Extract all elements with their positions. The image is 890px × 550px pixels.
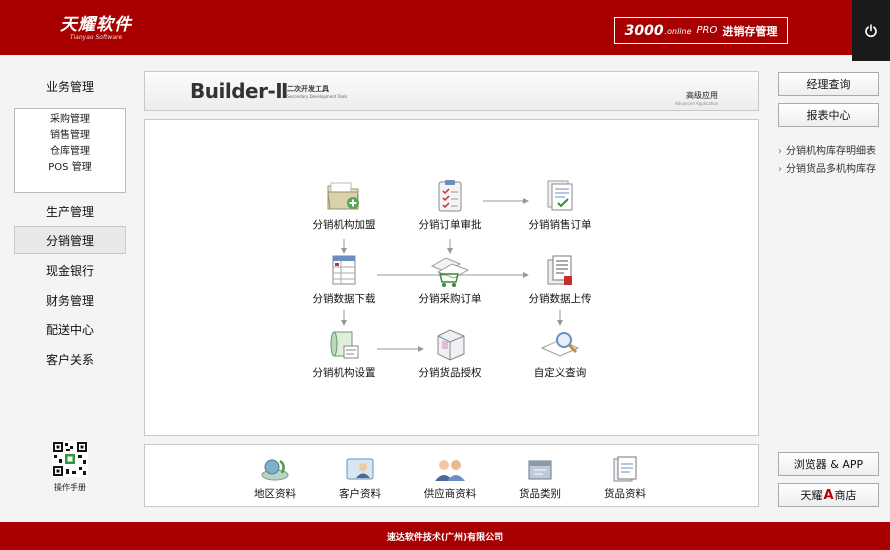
manual-label: 操作手册	[54, 483, 86, 492]
supplier-icon	[435, 460, 465, 481]
company-name: 速达软件技术(广州)有限公司	[386, 532, 504, 543]
power-button[interactable]	[852, 0, 890, 61]
flow-label-join: 分销机构加盟	[312, 219, 376, 231]
bottom-label-customer: 客户资料	[339, 488, 381, 500]
product-online: .online	[664, 27, 692, 36]
nav-delivery-center[interactable]: 配送中心	[14, 315, 126, 343]
power-icon	[865, 23, 877, 37]
flow-label-review: 分销订单审批	[418, 219, 482, 231]
advanced-app-en: Advanced Application	[675, 101, 719, 106]
flow-node-upload[interactable]: 分销数据上传	[510, 254, 610, 306]
table-download-icon	[332, 255, 356, 285]
nav-customer-relations[interactable]: 客户关系	[14, 345, 126, 373]
logo-sub-text: Tianyao Software	[69, 34, 123, 41]
chevron-right-icon: ›	[778, 164, 782, 175]
product-box-icon	[437, 329, 465, 361]
app-store-button[interactable]: 天耀 A 商店	[778, 483, 879, 507]
store-label-pre: 天耀	[800, 489, 823, 502]
nav-finance[interactable]: 财务管理	[14, 286, 126, 314]
qr-code-icon[interactable]	[52, 441, 88, 477]
store-label-post: 商店	[834, 489, 857, 502]
flow-label-purchase: 分销采购订单	[418, 293, 482, 305]
product-name: 进销存管理	[722, 24, 778, 38]
business-submenu: 采购管理 销售管理 仓库管理 POS 管理	[14, 108, 126, 193]
flow-label-sales-order: 分销销售订单	[528, 219, 592, 231]
product-data-icon	[613, 456, 637, 482]
banner-title: Builder-Ⅱ	[190, 79, 288, 103]
cart-documents-icon	[430, 257, 470, 287]
folder-plus-icon	[327, 182, 359, 210]
bottom-label-product-data: 货品资料	[604, 488, 646, 500]
distribution-flow-panel: 分销机构加盟 分销订单审批 分销销售订单 分销数据下载 分销采购订单 分销数据上…	[144, 119, 759, 436]
nav-production[interactable]: 生产管理	[14, 197, 126, 225]
report-link-multi-inventory[interactable]: › 分销货品多机构库存	[778, 160, 876, 175]
product-title-box: 3000 .online PRO 进销存管理	[614, 17, 788, 44]
banner-subtitle-en: Secondary Development Tools	[287, 94, 348, 99]
flow-node-query[interactable]: 自定义查询	[510, 328, 610, 380]
company-logo: 天耀软件 Tianyao Software	[60, 10, 132, 41]
scroll-settings-icon	[330, 331, 359, 359]
flow-node-join[interactable]: 分销机构加盟	[294, 178, 394, 232]
report-center-button[interactable]: 报表中心	[778, 103, 879, 127]
product-edition: PRO	[696, 25, 718, 36]
store-a-logo-icon: A	[823, 487, 834, 503]
manager-query-button[interactable]: 经理查询	[778, 72, 879, 96]
nav-business-management[interactable]: 业务管理	[14, 72, 126, 100]
flow-label-auth: 分销货品授权	[418, 367, 482, 379]
flow-node-sales-order[interactable]: 分销销售订单	[510, 178, 610, 232]
nav-cash-bank[interactable]: 现金银行	[14, 256, 126, 284]
master-data-panel: 地区资料 客户资料 供应商资料 货品类别 货品资料	[144, 444, 759, 507]
flow-node-download[interactable]: 分销数据下载	[294, 254, 394, 306]
flow-node-settings[interactable]: 分销机构设置	[294, 328, 394, 380]
logo-main-text: 天耀软件	[60, 15, 132, 35]
submenu-purchase[interactable]: 采购管理	[15, 112, 125, 128]
chevron-right-icon: ›	[778, 146, 782, 157]
flow-label-upload: 分销数据上传	[528, 293, 592, 305]
flow-node-review[interactable]: 分销订单审批	[400, 178, 500, 232]
product-category-icon	[528, 460, 552, 480]
bottom-label-supplier: 供应商资料	[423, 488, 477, 500]
customer-icon	[346, 458, 374, 480]
report-link-label: 分销货品多机构库存	[786, 164, 876, 175]
region-icon	[261, 459, 289, 481]
submenu-sales[interactable]: 销售管理	[15, 128, 125, 144]
flow-label-settings: 分销机构设置	[312, 367, 376, 379]
submenu-pos[interactable]: POS 管理	[15, 160, 125, 176]
magnifier-query-icon	[540, 332, 580, 357]
report-link-inventory-detail[interactable]: › 分销机构库存明细表	[778, 142, 876, 157]
bottom-item-supplier[interactable]: 供应商资料	[400, 455, 500, 501]
nav-distribution[interactable]: 分销管理	[14, 226, 126, 254]
submenu-warehouse[interactable]: 仓库管理	[15, 144, 125, 160]
flow-label-query: 自定义查询	[533, 367, 587, 379]
advanced-app-link[interactable]: 高级应用	[686, 90, 718, 101]
app-header: 天耀软件 Tianyao Software 3000 .online PRO 进…	[0, 0, 890, 55]
app-footer: 速达软件技术(广州)有限公司	[0, 522, 890, 550]
flow-node-auth[interactable]: 分销货品授权	[400, 328, 500, 380]
clipboard-check-icon	[438, 180, 462, 212]
browser-app-button[interactable]: 浏览器 & APP	[778, 452, 879, 476]
document-check-icon	[547, 180, 573, 211]
bottom-item-customer[interactable]: 客户资料	[310, 455, 410, 501]
builder-banner: Builder-Ⅱ 二次开发工具 Secondary Development T…	[144, 71, 759, 111]
files-upload-icon	[547, 255, 572, 285]
flow-label-download: 分销数据下载	[312, 293, 376, 305]
report-link-label: 分销机构库存明细表	[786, 146, 876, 157]
product-number: 3000	[624, 22, 664, 39]
bottom-item-product-data[interactable]: 货品资料	[575, 455, 675, 501]
flow-node-purchase[interactable]: 分销采购订单	[400, 254, 500, 306]
banner-subtitle-cn: 二次开发工具	[287, 85, 329, 93]
